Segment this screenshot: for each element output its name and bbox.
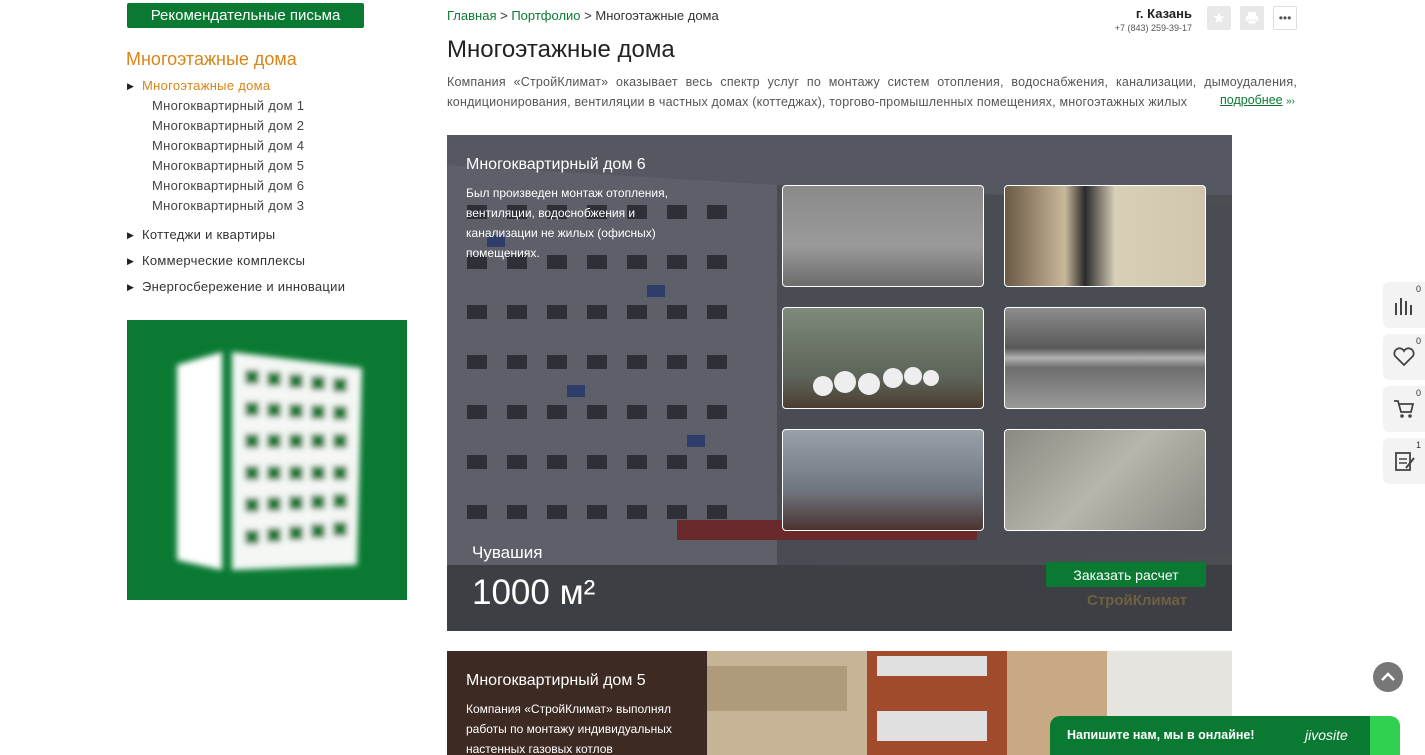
submenu-item[interactable]: Многоквартирный дом 5 bbox=[127, 156, 407, 176]
project-card[interactable]: Многоквартирный дом 6 Был произведен мон… bbox=[447, 135, 1232, 631]
page-title: Многоэтажные дома bbox=[447, 36, 675, 63]
cart-icon bbox=[1394, 400, 1415, 418]
category-menu: ▶ Многоэтажные дома Многоквартирный дом … bbox=[127, 76, 407, 300]
watermark-logo: СтройКлимат bbox=[1087, 592, 1188, 609]
breadcrumb-separator: > bbox=[500, 8, 508, 23]
chat-brand-logo: jivosite bbox=[1305, 727, 1348, 743]
triangle-right-icon: ▶ bbox=[127, 256, 135, 266]
compare-count: 0 bbox=[1415, 284, 1421, 294]
bar-chart-icon bbox=[1395, 298, 1412, 315]
gallery-thumb[interactable] bbox=[782, 307, 984, 409]
recommendation-letters-button[interactable]: Рекомендательные письма bbox=[127, 3, 364, 28]
city-label[interactable]: г. Казань bbox=[1100, 6, 1192, 21]
read-more-label: подробнее bbox=[1220, 93, 1283, 107]
building-icon bbox=[177, 352, 362, 570]
chat-logo-shape bbox=[1370, 716, 1400, 755]
menu-item-commercial[interactable]: ▶ Коммерческие комплексы bbox=[127, 248, 407, 274]
menu-item-energy[interactable]: ▶ Энергосбережение и инновации bbox=[127, 274, 407, 300]
intro-line-2: кондиционирования, вентиляции в частных … bbox=[447, 95, 1188, 109]
project-area: 1000 м² bbox=[472, 573, 596, 612]
card-title: Многоквартирный дом 5 bbox=[466, 672, 646, 689]
cart-widget[interactable]: 0 bbox=[1383, 386, 1425, 432]
read-more-arrow: »› bbox=[1286, 96, 1296, 107]
chevron-up-icon bbox=[1381, 672, 1395, 681]
triangle-right-icon: ▶ bbox=[127, 81, 135, 91]
submenu-item[interactable]: Многоквартирный дом 4 bbox=[127, 136, 407, 156]
card-description: Был произведен монтаж отопления, вентиля… bbox=[466, 186, 668, 260]
category-illustration bbox=[127, 320, 407, 600]
gallery-thumb[interactable] bbox=[782, 429, 984, 531]
scroll-top-button[interactable] bbox=[1373, 662, 1403, 692]
breadcrumb-portfolio-link[interactable]: Портфолио bbox=[511, 8, 580, 23]
submenu-item[interactable]: Многоквартирный дом 3 bbox=[127, 196, 407, 216]
gallery-thumb[interactable] bbox=[782, 185, 984, 287]
gallery-thumb[interactable] bbox=[1004, 185, 1206, 287]
intro-line-1: Компания «СтройКлимат» оказывает весь сп… bbox=[447, 75, 1297, 89]
more-button[interactable]: ••• bbox=[1273, 6, 1297, 30]
breadcrumb: Главная > Портфолио > Многоэтажные дома bbox=[447, 8, 719, 23]
triangle-right-icon: ▶ bbox=[127, 230, 135, 240]
more-icon: ••• bbox=[1278, 11, 1292, 25]
print-icon bbox=[1246, 12, 1258, 25]
favorite-button[interactable]: ★ bbox=[1207, 6, 1231, 30]
menu-item-label: Коммерческие комплексы bbox=[142, 253, 306, 268]
submenu-item[interactable]: Многоквартирный дом 2 bbox=[127, 116, 407, 136]
menu-item-label: Энергосбережение и инновации bbox=[142, 279, 346, 294]
chat-widget[interactable]: Напишите нам, мы в онлайне! jivosite bbox=[1050, 716, 1400, 755]
order-calculation-button[interactable]: Заказать расчет bbox=[1046, 562, 1206, 587]
submenu-item[interactable]: Многоквартирный дом 6 bbox=[127, 176, 407, 196]
card-description: Компания «СтройКлимат» выполнял работы п… bbox=[466, 702, 672, 755]
orders-count: 1 bbox=[1415, 440, 1421, 450]
heart-icon bbox=[1393, 347, 1415, 367]
gallery-thumb[interactable] bbox=[1004, 429, 1206, 531]
breadcrumb-separator: > bbox=[584, 8, 592, 23]
phone-number[interactable]: +7 (843) 259-39-17 bbox=[1090, 23, 1192, 33]
triangle-right-icon: ▶ bbox=[127, 282, 135, 292]
read-more-link[interactable]: подробнее »› bbox=[1220, 93, 1295, 107]
cart-count: 0 bbox=[1415, 388, 1421, 398]
print-button[interactable] bbox=[1240, 6, 1264, 30]
favorites-count: 0 bbox=[1415, 336, 1421, 346]
menu-item-label: Многоэтажные дома bbox=[142, 78, 271, 93]
compare-widget[interactable]: 0 bbox=[1383, 282, 1425, 328]
submenu-item[interactable]: Многоквартирный дом 1 bbox=[127, 96, 407, 116]
breadcrumb-home-link[interactable]: Главная bbox=[447, 8, 496, 23]
favorites-widget[interactable]: 0 bbox=[1383, 334, 1425, 380]
card-title: Многоквартирный дом 6 bbox=[466, 156, 646, 173]
section-title: Многоэтажные дома bbox=[126, 49, 297, 69]
chat-label: Напишите нам, мы в онлайне! bbox=[1067, 728, 1255, 742]
pressure-gauges-photo bbox=[813, 367, 939, 396]
gallery-thumb[interactable] bbox=[1004, 307, 1206, 409]
project-region: Чувашия bbox=[472, 543, 543, 562]
clipboard-icon bbox=[1395, 452, 1415, 471]
breadcrumb-current: Многоэтажные дома bbox=[595, 8, 719, 23]
orders-widget[interactable]: 1 bbox=[1383, 438, 1425, 484]
menu-item-multistorey[interactable]: ▶ Многоэтажные дома bbox=[127, 76, 407, 96]
star-icon: ★ bbox=[1212, 10, 1226, 27]
menu-item-cottages[interactable]: ▶ Коттеджи и квартиры bbox=[127, 222, 407, 248]
intro-text: Компания «СтройКлимат» оказывает весь сп… bbox=[447, 72, 1297, 112]
menu-item-label: Коттеджи и квартиры bbox=[142, 227, 276, 242]
